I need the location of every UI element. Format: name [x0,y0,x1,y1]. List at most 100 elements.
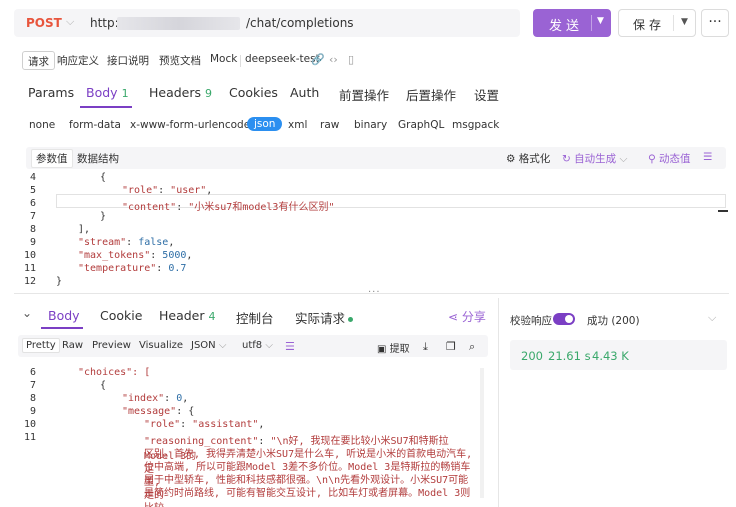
format-select[interactable]: JSON ⌵ [191,340,226,351]
chevron-down-icon[interactable]: ⌵ [708,311,716,325]
tab-params-label: Params [28,85,75,100]
url-path[interactable]: /chat/completions [246,16,354,30]
tab-params[interactable]: Params [28,85,74,100]
response-tab-body[interactable]: Body [48,308,80,323]
extract-button[interactable]: ▣ 提取 [377,340,410,355]
status-select[interactable]: 成功 (200) [587,313,640,328]
chevron-down-icon: ⌵ [619,153,628,165]
dynamic-label: 动态值 [659,153,691,165]
format-label: 格式化 [518,153,551,165]
json-key: "message" [122,406,177,417]
view-visualize[interactable]: Visualize [139,340,183,351]
code-text: "choices": [ [78,367,151,378]
response-size: 4.43 K [592,349,629,363]
response-tab-header-count: 4 [208,310,216,323]
dynamic-value-button[interactable]: ⚲ 动态值 [648,151,691,166]
save-button[interactable]: 保存 ▼ [618,9,696,37]
status-code: 200 [521,349,543,363]
body-type-json[interactable]: json [247,117,283,131]
wrap-icon[interactable]: ☰ [285,340,295,353]
code-text: { [100,380,107,391]
line-number: 9 [29,406,36,417]
doc-tab-preview-doc[interactable]: 预览文档 [154,51,206,70]
active-tab-underline [80,106,132,108]
share-icon: ⋖ [448,310,459,324]
response-scrollbar[interactable] [480,368,484,498]
autogen-button[interactable]: ↻ 自动生成 ⌵ [562,151,627,166]
response-body-viewer[interactable]: 6 "choices": [ 7{ 8 "index": 0, 9 "message"… [14,367,476,507]
tab-body[interactable]: Body 1 [86,85,129,100]
doc-tab-request[interactable]: 请求 [22,51,55,70]
save-separator [673,15,674,31]
wrapped-text: 是简约时尚路线, 可能有智能交互设计, 比如车灯或者屏幕。Model 3则比较 [144,488,471,507]
format-button[interactable]: ⚙ 格式化 [506,151,550,166]
response-time: 21.61 s [548,349,591,363]
view-pretty[interactable]: Pretty [22,338,60,353]
json-value: "assistant" [192,419,259,430]
doc-tab-api-doc[interactable]: 接口说明 [102,51,154,70]
body-type-graphql[interactable]: GraphQL [398,119,444,131]
response-active-underline [41,327,83,329]
response-tab-actual-request[interactable]: 实际请求 [295,308,354,327]
send-separator [591,15,592,31]
share-button[interactable]: ⋖ 分享 [448,308,486,325]
format-select-value: JSON [191,340,216,351]
doc-tab-response-def[interactable]: 响应定义 [52,51,104,70]
download-icon[interactable]: ⤓ [423,340,428,354]
json-value: "user" [170,185,207,196]
body-type-msgpack[interactable]: msgpack [452,119,499,131]
tab-pre-ops[interactable]: 前置操作 [339,85,389,104]
body-type-raw[interactable]: raw [320,119,339,131]
url-prefix[interactable]: http: [90,16,119,30]
copy-icon[interactable]: ❐ [446,340,456,353]
link-icon[interactable]: 🔗 [311,53,325,66]
response-tab-header[interactable]: Header 4 [159,308,216,323]
editor-scroll-marker[interactable] [718,210,728,212]
tab-cookies-label: Cookies [229,85,278,100]
line-number: 12 [23,276,36,287]
send-button[interactable]: 发送 ▼ [533,9,611,37]
body-type-urlencoded[interactable]: x-www-form-urlencoded [130,119,257,131]
tab-post-ops[interactable]: 后置操作 [406,85,456,104]
resize-handle-icon[interactable]: ··· [368,287,381,298]
tab-auth-label: Auth [290,85,320,100]
more-icon[interactable]: ··· [701,9,729,37]
tab-cookies[interactable]: Cookies [229,85,278,100]
response-tab-console[interactable]: 控制台 [236,308,274,327]
request-body-editor[interactable]: 4{ 5 "role": "user", 6 "content": "小米su7和m… [14,170,726,287]
doc-tab-mock[interactable]: Mock [205,51,242,70]
chevron-down-icon: ⌵ [265,340,273,351]
body-type-binary[interactable]: binary [354,119,387,131]
view-raw[interactable]: Raw [62,340,83,351]
panel-icon[interactable]: ▯ [348,53,354,66]
line-number: 7 [29,380,36,391]
response-tab-cookie[interactable]: Cookie [100,308,142,323]
send-chevron-down-icon[interactable]: ▼ [597,16,604,26]
tab-settings[interactable]: 设置 [474,85,499,104]
method-select[interactable]: POST [26,16,62,30]
validate-response-toggle[interactable] [553,313,575,325]
encoding-select-value: utf8 [242,340,263,351]
menu-icon[interactable]: ☰ [703,151,712,163]
search-icon[interactable]: ⌕ [469,340,475,354]
body-type-xml[interactable]: xml [288,119,307,131]
line-number: 7 [29,211,36,222]
line-number: 4 [29,172,36,183]
extract-icon: ▣ [377,344,387,355]
save-label: 保存 [633,18,666,32]
body-type-form-data[interactable]: form-data [69,119,121,131]
chevron-down-icon[interactable]: ⌵ [66,15,74,29]
tab-headers[interactable]: Headers 9 [149,85,212,100]
json-value: "小米su7和model3有什么区别" [188,202,335,213]
param-tab-values[interactable]: 参数值 [31,149,73,168]
view-preview[interactable]: Preview [92,340,131,351]
json-tail: , [186,250,193,261]
code-icon[interactable]: ‹› [329,53,338,66]
tab-auth[interactable]: Auth [290,85,319,100]
collapse-chevron-icon[interactable]: ⌄ [22,306,32,320]
body-type-none[interactable]: none [29,119,55,131]
param-tab-schema[interactable]: 数据结构 [77,151,119,166]
url-bar[interactable]: POST ⌵ http: /chat/completions [14,9,520,37]
encoding-select[interactable]: utf8 ⌵ [242,340,273,351]
save-chevron-down-icon[interactable]: ▼ [681,17,688,27]
